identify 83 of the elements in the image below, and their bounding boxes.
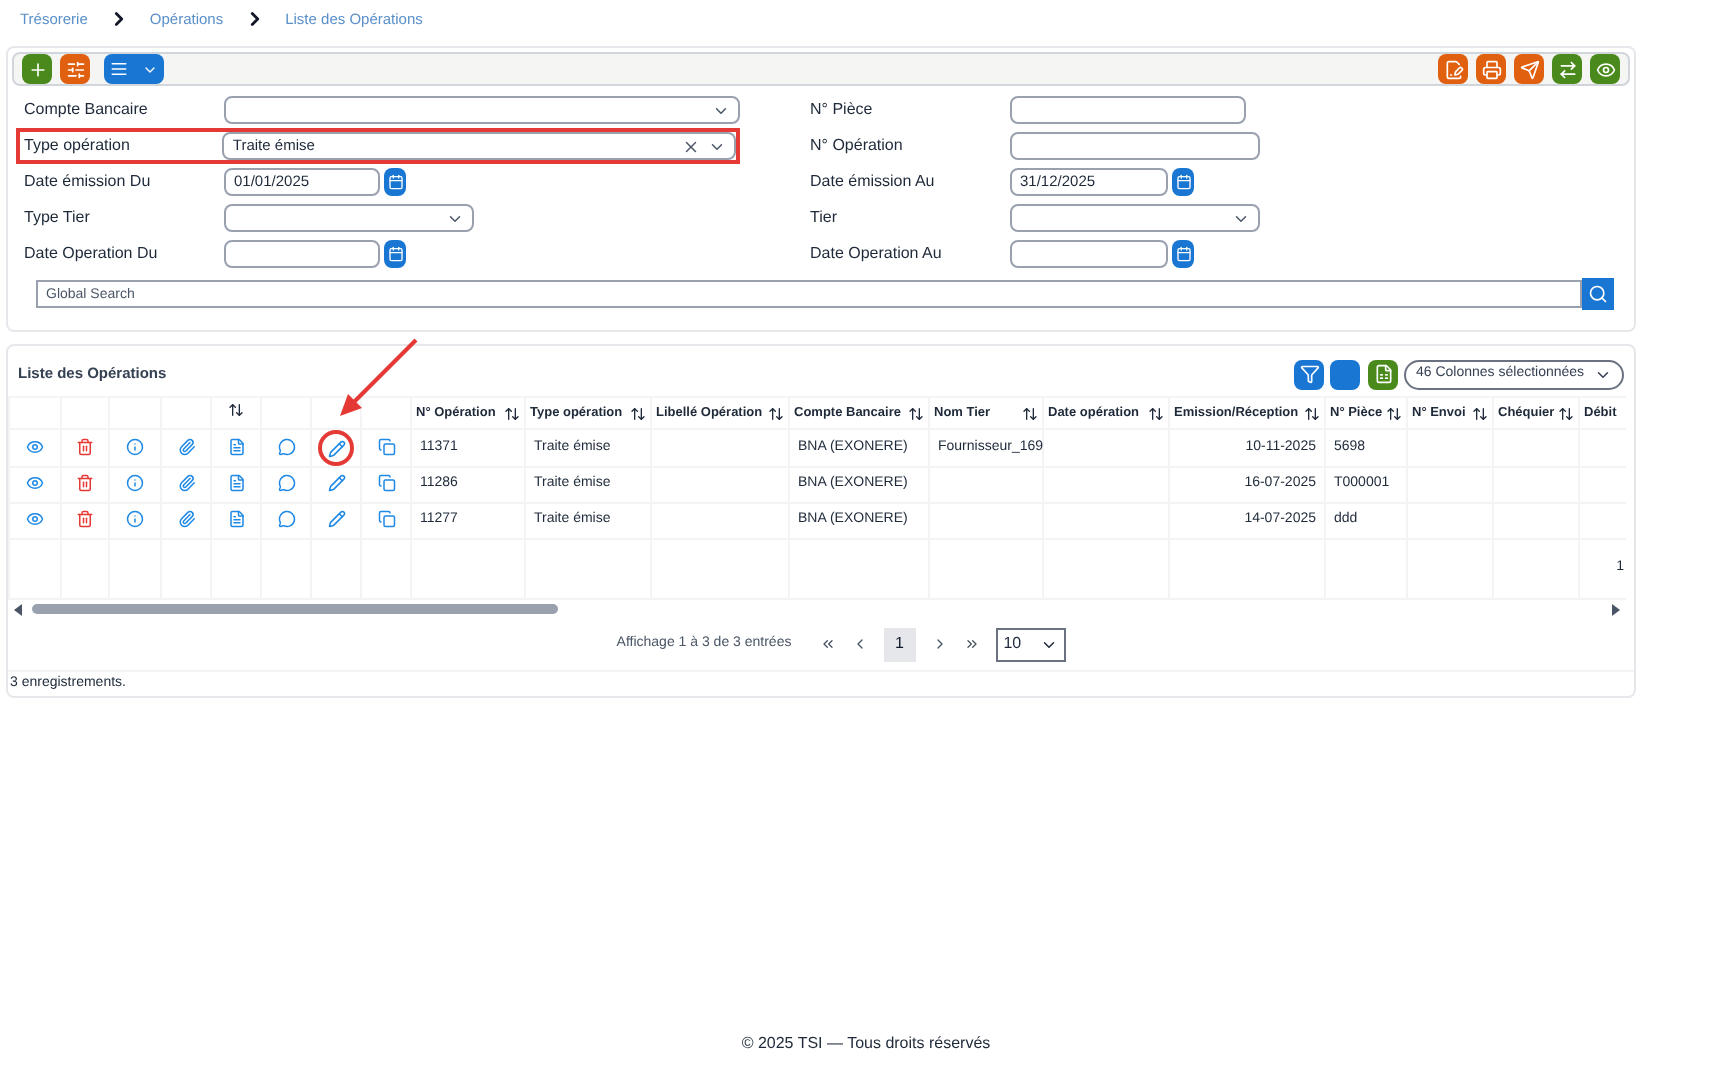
document-sign-button[interactable] [1438,54,1468,84]
field-label: Date Operation Au [810,242,944,266]
toggle-button[interactable] [1330,359,1360,389]
field-label: Date émission Au [810,170,937,194]
excel-export-button[interactable] [1368,359,1398,389]
pencil-icon[interactable] [327,439,345,457]
info-icon[interactable] [126,474,144,493]
calendar-button[interactable] [1172,240,1194,268]
date-field[interactable] [224,240,380,268]
info-icon[interactable] [126,437,144,456]
pencil-icon[interactable] [327,510,345,529]
eye-icon[interactable] [26,510,44,529]
field-label: Type opération [24,134,132,158]
settings-button[interactable] [60,54,90,84]
calendar-button[interactable] [384,240,406,268]
field-label: Compte Bancaire [24,98,150,122]
send-button[interactable] [1514,54,1544,84]
print-button[interactable] [1476,54,1506,84]
text-field[interactable] [1010,132,1260,160]
menu-icon [110,60,129,78]
plus-icon [27,59,47,79]
calendar-icon [387,174,403,190]
last-page-icon[interactable] [963,636,980,652]
send-icon [1519,59,1539,79]
sort-icon[interactable] [1022,405,1038,421]
eye-icon[interactable] [26,437,44,456]
eye-icon[interactable] [26,474,44,493]
field-label: N° Pièce [810,98,875,122]
spreadsheet-icon [1373,364,1393,384]
sort-icon[interactable] [908,405,924,421]
document-icon[interactable] [227,437,245,456]
menu-dropdown-button[interactable] [104,54,164,84]
sort-icon[interactable] [228,402,244,419]
footer-text: © 2025 TSI — Tous droits réservés [741,1032,991,1056]
field-label: N° Opération [810,134,905,158]
calendar-button[interactable] [1172,168,1194,196]
sort-icon[interactable] [768,405,784,421]
add-button[interactable] [22,54,52,84]
calendar-button[interactable] [384,168,406,196]
field-label: Date Operation Du [24,242,160,266]
field-label: Tier [810,206,839,230]
page-size-select[interactable]: 10 [995,627,1066,661]
copy-icon[interactable] [377,437,395,456]
search-icon [1588,284,1608,304]
clear-icon[interactable] [682,137,700,155]
document-icon [1443,59,1463,79]
search-button[interactable] [1582,278,1614,310]
trash-icon[interactable] [76,510,94,529]
select-field[interactable] [224,204,474,232]
select-field[interactable] [224,96,740,124]
sort-icon[interactable] [1386,405,1402,421]
arrows-icon [1557,59,1577,79]
select-field[interactable] [1010,204,1260,232]
calendar-icon [387,246,403,262]
calendar-icon [1175,246,1191,262]
view-button[interactable] [1590,54,1620,84]
date-field[interactable] [1010,240,1168,268]
sort-icon[interactable] [504,405,520,421]
eye-icon [1595,59,1615,79]
copy-icon[interactable] [377,510,395,529]
sort-icon[interactable] [1148,405,1164,421]
trash-icon[interactable] [76,474,94,493]
field-label: Date émission Du [24,170,153,194]
info-icon[interactable] [126,510,144,529]
filter-icon [1299,364,1319,384]
sort-icon[interactable] [1304,405,1320,421]
document-icon[interactable] [227,474,245,493]
sort-icon[interactable] [1472,405,1488,421]
transfer-button[interactable] [1552,54,1582,84]
sliders-icon [65,59,85,79]
text-field[interactable] [1010,96,1246,124]
document-icon[interactable] [227,510,245,529]
first-page-icon[interactable] [819,636,836,652]
calendar-icon [1175,174,1191,190]
trash-icon[interactable] [76,437,94,456]
copy-icon[interactable] [377,474,395,493]
sort-icon[interactable] [1558,405,1574,421]
field-label: Type Tier [24,206,92,230]
filter-button[interactable] [1294,359,1324,389]
sort-icon[interactable] [630,405,646,421]
printer-icon [1481,59,1501,79]
pencil-icon[interactable] [327,474,345,493]
page-button[interactable]: 1 [883,627,916,661]
